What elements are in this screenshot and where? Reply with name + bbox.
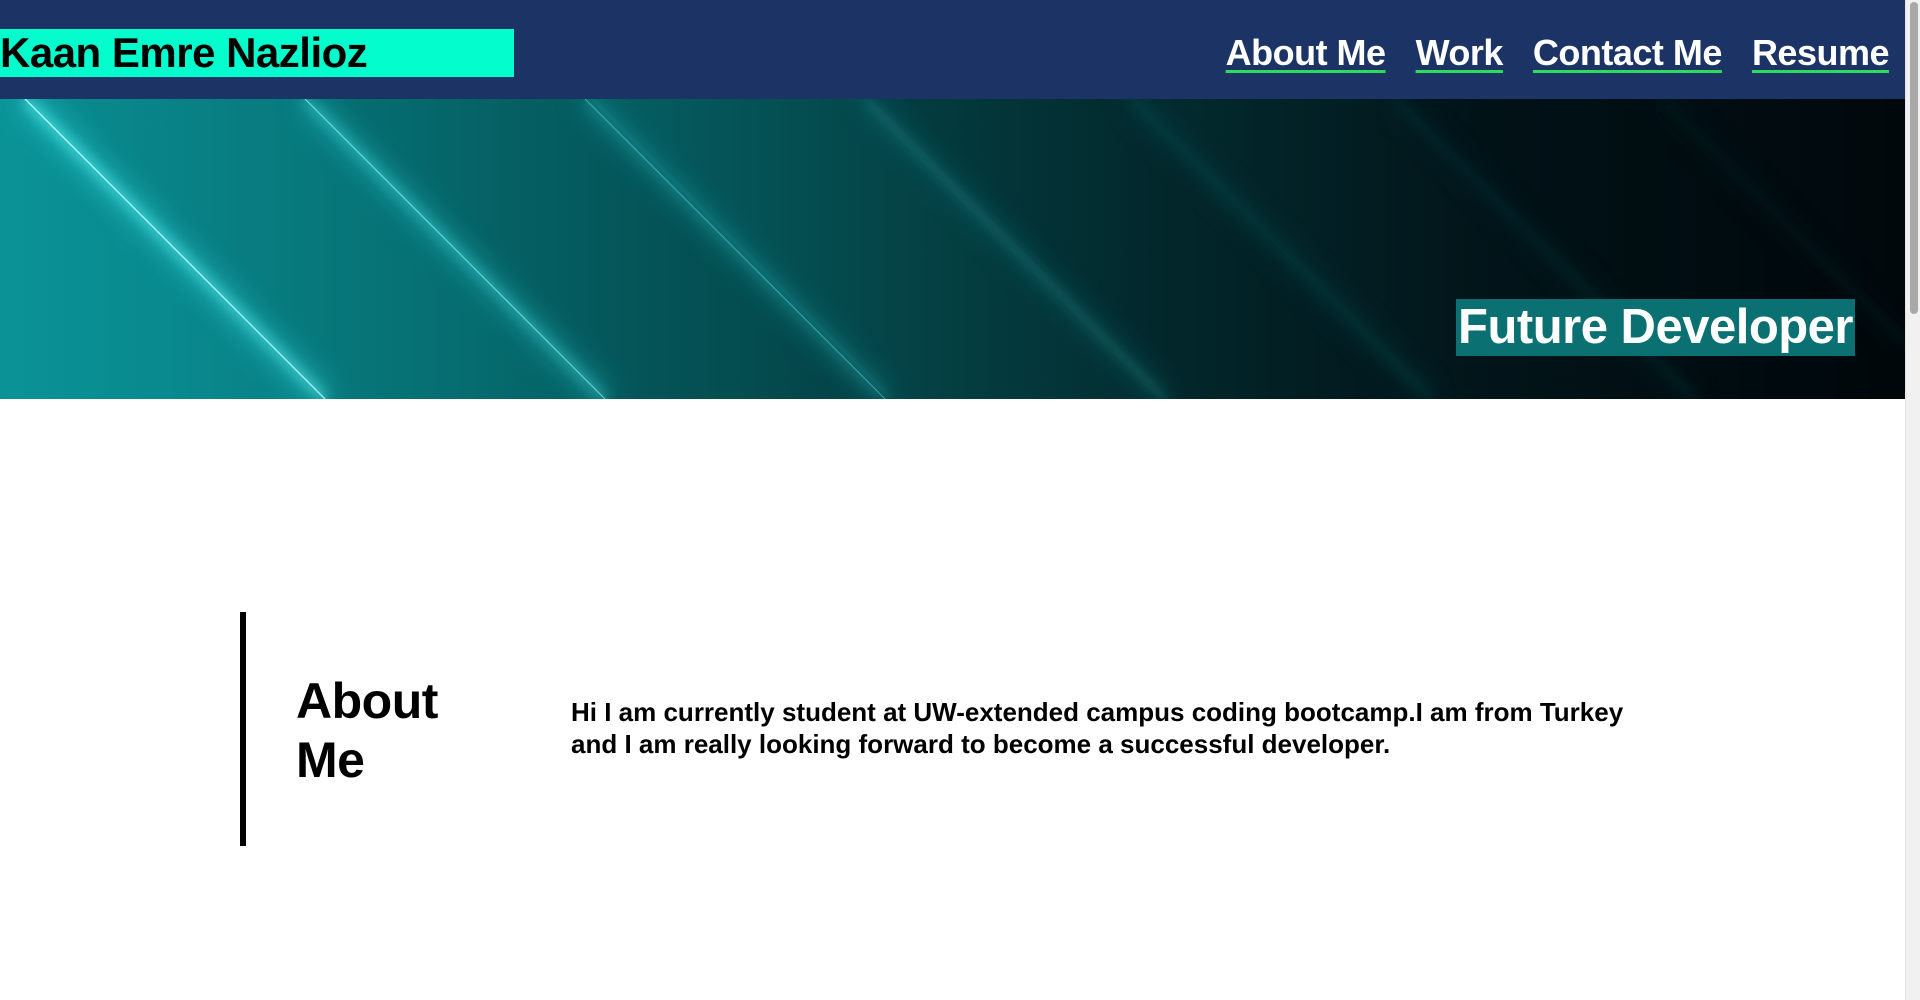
page: Kaan Emre Nazlioz About Me Work Contact … <box>0 0 1905 1000</box>
main-nav: About Me Work Contact Me Resume <box>1226 30 1890 76</box>
about-me-section: About Me Hi I am currently student at UW… <box>240 612 1660 846</box>
nav-link-about-me[interactable]: About Me <box>1226 30 1386 76</box>
site-header: Kaan Emre Nazlioz About Me Work Contact … <box>0 0 1905 99</box>
nav-link-resume[interactable]: Resume <box>1752 30 1890 76</box>
hero-banner: Future Developer <box>0 99 1905 399</box>
about-divider-bar <box>240 612 246 846</box>
about-me-heading: About Me <box>296 673 438 788</box>
page-scrollbar[interactable] <box>1905 0 1920 1000</box>
site-brand: Kaan Emre Nazlioz <box>0 29 514 77</box>
scrollbar-thumb[interactable] <box>1910 2 1918 314</box>
nav-link-work[interactable]: Work <box>1416 30 1504 76</box>
about-me-text: Hi I am currently student at UW-extended… <box>571 697 1624 759</box>
hero-tagline: Future Developer <box>1456 299 1855 356</box>
nav-link-contact-me[interactable]: Contact Me <box>1533 30 1723 76</box>
